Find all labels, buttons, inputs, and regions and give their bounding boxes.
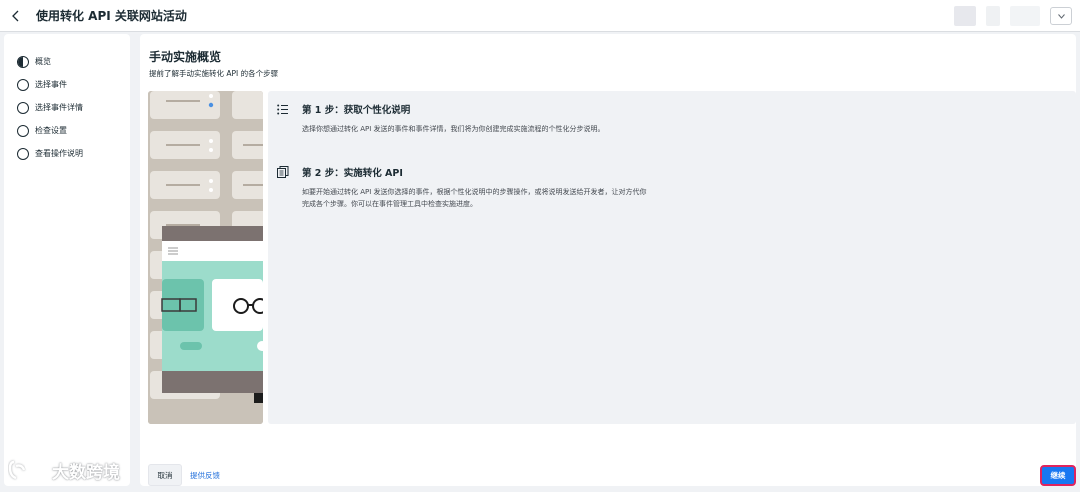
page-title: 使用转化 API 关联网站活动 xyxy=(36,9,187,23)
sidebar-item-select-events[interactable]: 选择事件 xyxy=(4,73,130,96)
step-heading: 第 2 步：实施转化 API xyxy=(302,168,403,179)
chevron-down-icon xyxy=(1057,13,1065,19)
main-card: 手动实施概览 提前了解手动实施转化 API 的各个步骤 第 1 步：获取个性化说… xyxy=(140,34,1076,486)
pending-step-icon xyxy=(17,124,29,137)
sidebar-item-instructions[interactable]: 查看操作说明 xyxy=(4,142,130,165)
back-button[interactable] xyxy=(0,0,32,32)
steps-panel: 第 1 步：获取个性化说明 选择你想通过转化 API 发送的事件和事件详情，我们… xyxy=(268,91,1076,424)
sidebar-item-label: 选择事件详情 xyxy=(35,103,83,112)
chevron-left-icon xyxy=(12,10,19,21)
section-title: 手动实施概览 xyxy=(149,50,222,64)
sidebar-item-label: 查看操作说明 xyxy=(35,149,83,158)
step-description: 如要开始通过转化 API 发送你选择的事件，根据个性化说明中的步骤操作，或将说明… xyxy=(302,188,647,208)
sidebar-item-overview[interactable]: 概览 xyxy=(4,50,130,73)
section-subtitle: 提前了解手动实施转化 API 的各个步骤 xyxy=(149,69,279,78)
pending-step-icon xyxy=(17,101,29,114)
current-step-icon xyxy=(17,55,29,68)
top-bar: 使用转化 API 关联网站活动 xyxy=(0,0,1080,32)
pending-step-icon xyxy=(17,78,29,91)
server-rack-illustration xyxy=(148,91,263,424)
step-1-block: 第 1 步：获取个性化说明 选择你想通过转化 API 发送的事件和事件详情，我们… xyxy=(276,102,1066,162)
sidebar-item-label: 选择事件 xyxy=(35,80,67,89)
step-heading: 第 1 步：获取个性化说明 xyxy=(302,105,411,116)
list-icon xyxy=(276,102,290,116)
sidebar-item-event-details[interactable]: 选择事件详情 xyxy=(4,96,130,119)
step-2-block: 第 2 步：实施转化 API 如要开始通过转化 API 发送你选择的事件，根据个… xyxy=(276,165,1066,225)
step-description: 选择你想通过转化 API 发送的事件和事件详情，我们将为你创建完成实施流程的个性… xyxy=(302,125,605,133)
watermark-text: 大数跨境 xyxy=(52,462,120,483)
document-stack-icon xyxy=(276,165,290,179)
feedback-link[interactable]: 提供反馈 xyxy=(190,470,220,481)
sidebar-item-label: 概览 xyxy=(35,57,51,66)
step-sidebar: 概览 选择事件 选择事件详情 检查设置 查看操作说明 xyxy=(4,34,130,486)
pending-step-icon xyxy=(17,147,29,160)
account-area xyxy=(954,5,1072,27)
cancel-button[interactable]: 取消 xyxy=(148,464,182,486)
sidebar-item-label: 检查设置 xyxy=(35,126,67,135)
account-info xyxy=(986,6,1000,26)
account-avatar[interactable] xyxy=(954,6,976,26)
illustration xyxy=(148,91,263,424)
continue-button[interactable]: 继续 xyxy=(1040,465,1076,486)
sidebar-item-review-setup[interactable]: 检查设置 xyxy=(4,119,130,142)
account-name xyxy=(1010,6,1040,26)
watermark-logo-icon xyxy=(8,460,46,480)
account-dropdown[interactable] xyxy=(1050,7,1072,25)
watermark: 大数跨境 xyxy=(8,455,120,485)
